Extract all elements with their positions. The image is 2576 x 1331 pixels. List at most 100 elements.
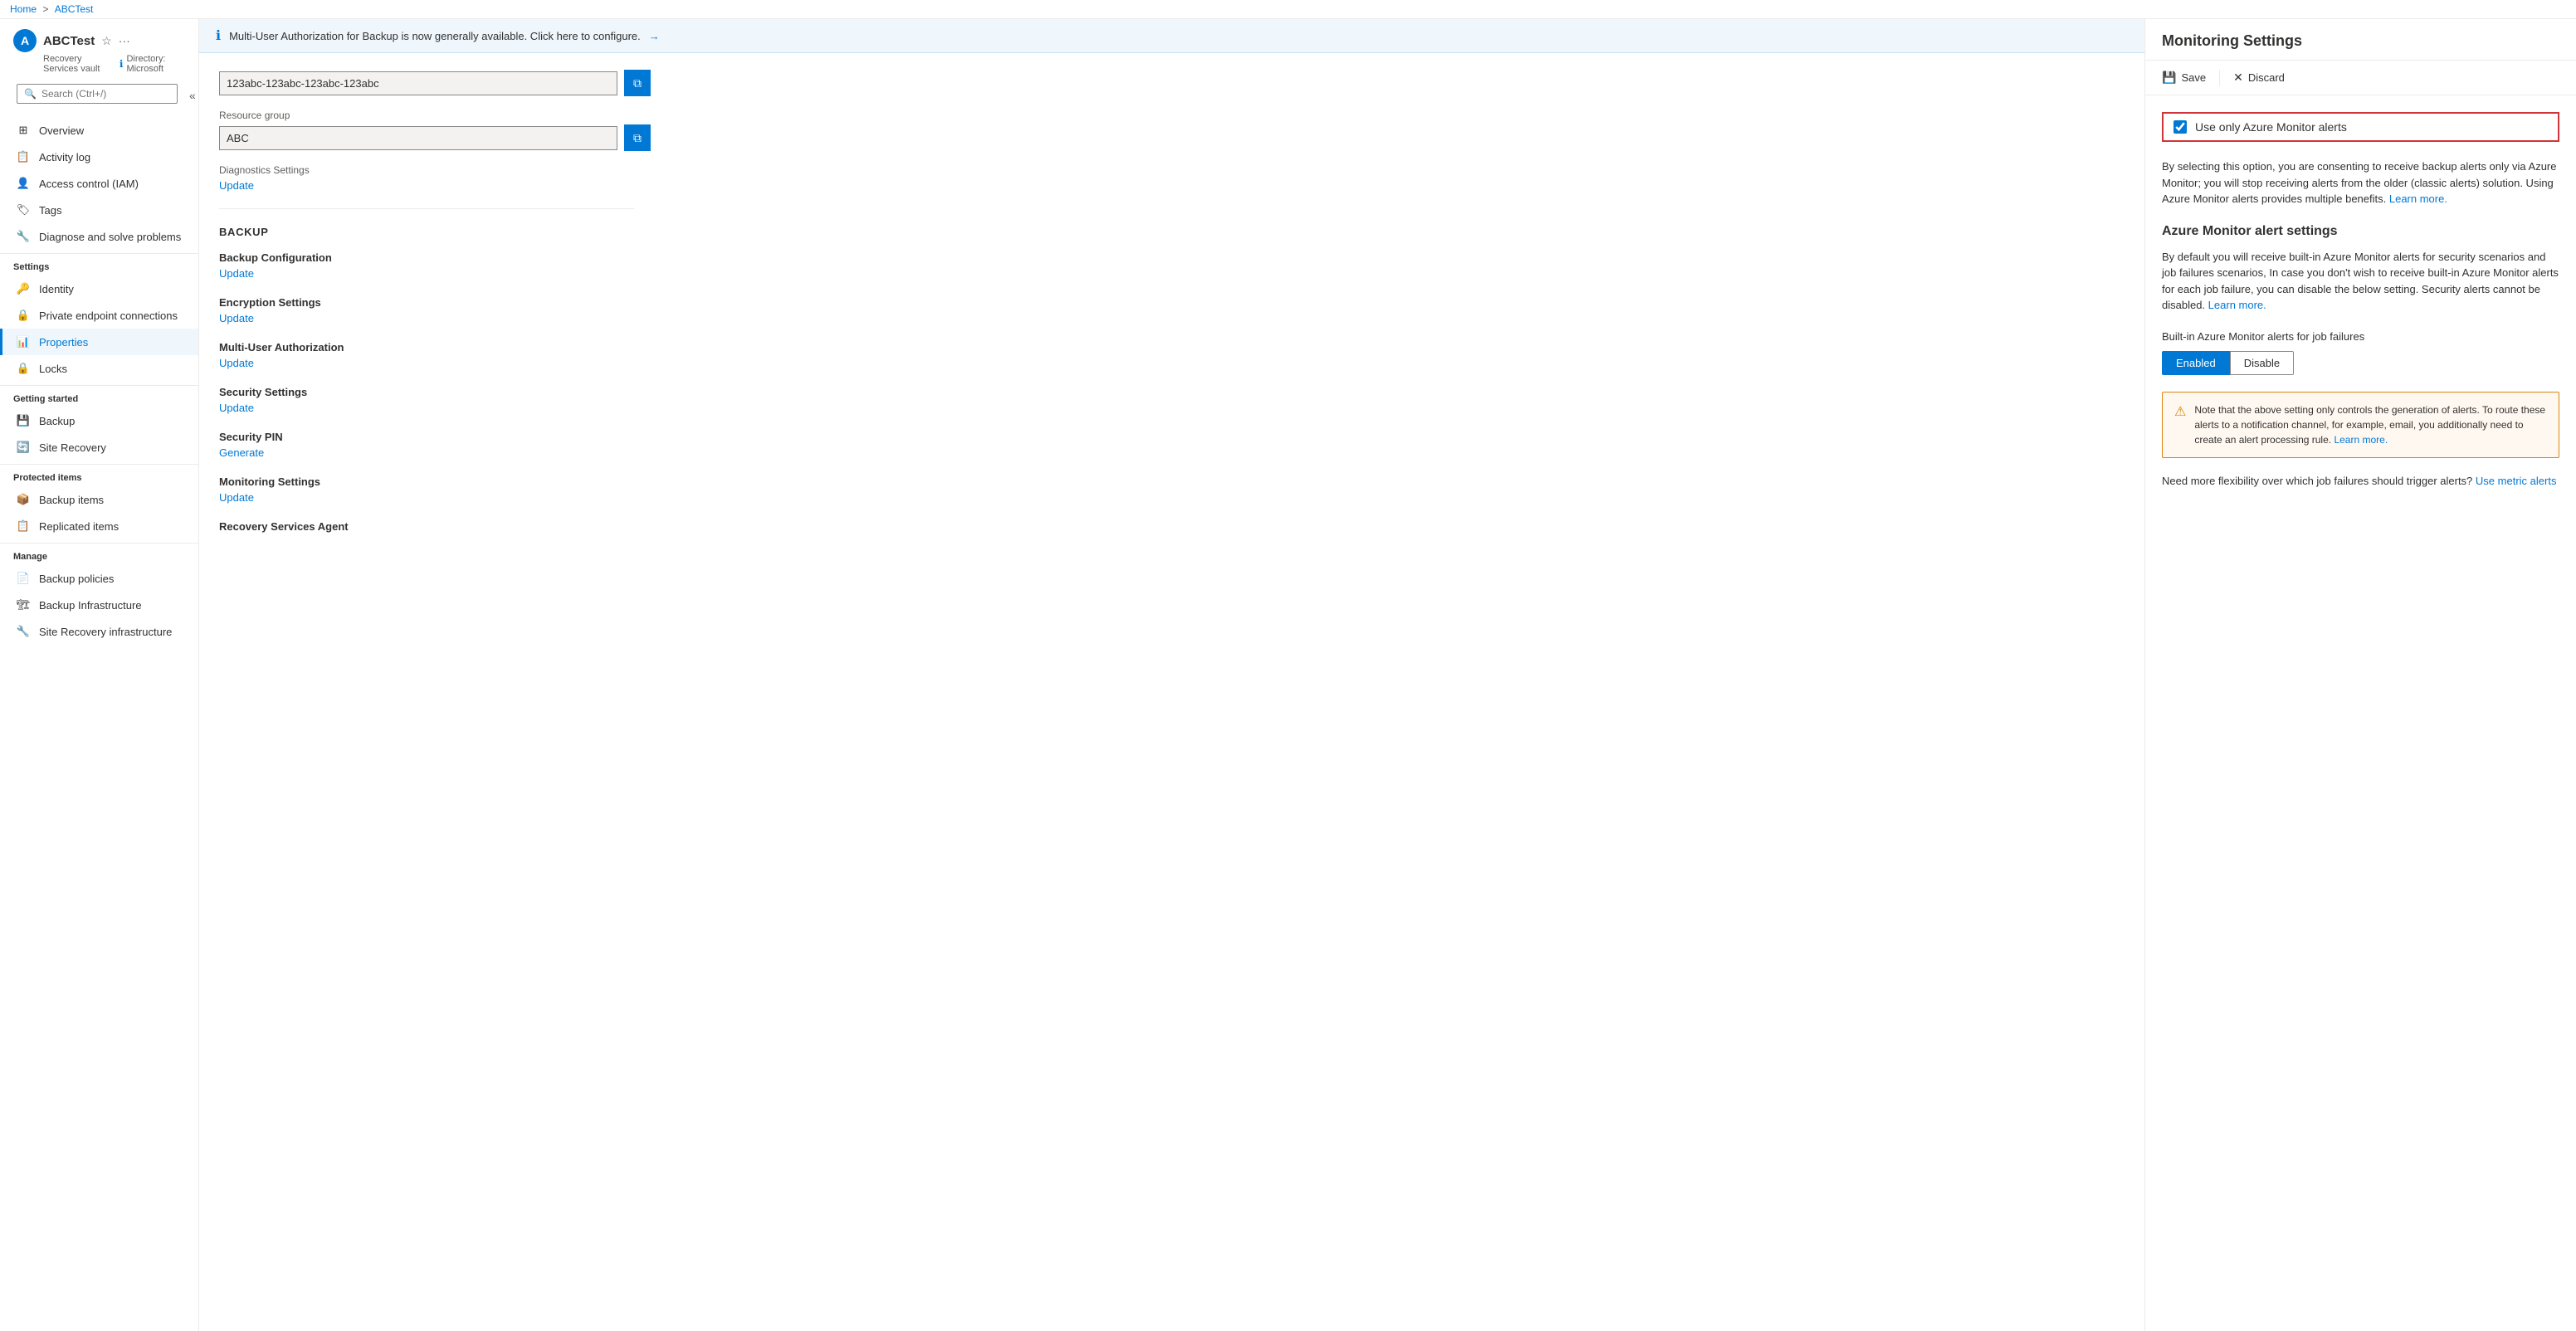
- search-icon: 🔍: [24, 88, 37, 100]
- sidebar-title-row: A ABCTest ☆ ···: [13, 29, 185, 52]
- nav-label-backup: Backup: [39, 415, 75, 427]
- nav-backup-infrastructure[interactable]: 🏗 Backup Infrastructure: [0, 592, 198, 618]
- resource-type-label: Recovery Services vault: [43, 54, 116, 74]
- security-settings-link[interactable]: Update: [219, 402, 254, 414]
- nav-label-site-recovery: Site Recovery: [39, 441, 106, 454]
- azure-monitor-checkbox[interactable]: [2174, 120, 2187, 134]
- collapse-sidebar-button[interactable]: «: [186, 85, 199, 105]
- nav-diagnose[interactable]: 🔧 Diagnose and solve problems: [0, 223, 198, 250]
- nav-private-endpoints[interactable]: 🔒 Private endpoint connections: [0, 302, 198, 329]
- nav-label-activity-log: Activity log: [39, 151, 90, 163]
- warning-icon: ⚠: [2174, 403, 2186, 447]
- encryption-link[interactable]: Update: [219, 312, 254, 324]
- nav-tags[interactable]: 🏷 Tags: [0, 197, 198, 223]
- nav-label-overview: Overview: [39, 124, 84, 137]
- azure-monitor-section-title: Azure Monitor alert settings: [2162, 224, 2559, 239]
- overview-icon: ⊞: [16, 123, 31, 138]
- nav-replicated-items[interactable]: 📋 Replicated items: [0, 513, 198, 539]
- warning-text-container: Note that the above setting only control…: [2194, 402, 2547, 447]
- notification-link[interactable]: →: [649, 30, 660, 42]
- breadcrumb-home[interactable]: Home: [10, 3, 37, 15]
- nav-identity[interactable]: 🔑 Identity: [0, 275, 198, 302]
- section-settings: Settings: [0, 253, 198, 275]
- flexibility-text-content: Need more flexibility over which job fai…: [2162, 475, 2472, 487]
- right-panel-toolbar: 💾 Save ✕ Discard: [2145, 61, 2576, 95]
- diagnostics-update-link[interactable]: Update: [219, 179, 254, 192]
- enabled-toggle-button[interactable]: Enabled: [2162, 351, 2230, 375]
- resource-group-input: [219, 126, 617, 150]
- nav-label-replicated-items: Replicated items: [39, 520, 119, 533]
- nav-locks[interactable]: 🔒 Locks: [0, 355, 198, 382]
- azure-monitor-only-option[interactable]: Use only Azure Monitor alerts: [2162, 112, 2559, 142]
- nav-site-recovery[interactable]: 🔄 Site Recovery: [0, 434, 198, 461]
- identity-icon: 🔑: [16, 281, 31, 296]
- backup-icon: 💾: [16, 413, 31, 428]
- breadcrumb-resource[interactable]: ABCTest: [55, 3, 94, 15]
- resource-id-copy-button[interactable]: ⧉: [624, 70, 651, 96]
- notification-bar: ℹ Multi-User Authorization for Backup is…: [199, 19, 2144, 53]
- encryption-settings-row: Encryption Settings Update: [219, 296, 2125, 324]
- discard-label: Discard: [2248, 71, 2285, 84]
- nav-label-backup-items: Backup items: [39, 494, 104, 506]
- save-button[interactable]: 💾 Save: [2162, 67, 2206, 88]
- save-label: Save: [2181, 71, 2206, 84]
- nav-overview[interactable]: ⊞ Overview: [0, 117, 198, 144]
- flexibility-text: Need more flexibility over which job fai…: [2162, 475, 2559, 487]
- disable-toggle-button[interactable]: Disable: [2230, 351, 2294, 375]
- nav-properties[interactable]: 📊 Properties: [0, 329, 198, 355]
- multi-user-auth-row: Multi-User Authorization Update: [219, 341, 2125, 369]
- nav-backup-policies[interactable]: 📄 Backup policies: [0, 565, 198, 592]
- backup-divider: [219, 208, 634, 209]
- toolbar-divider: [2219, 70, 2220, 86]
- backup-infrastructure-icon: 🏗: [16, 597, 31, 612]
- recovery-agent-title: Recovery Services Agent: [219, 520, 2125, 533]
- search-input[interactable]: [41, 88, 170, 100]
- azure-monitor-section-description: By default you will receive built-in Azu…: [2162, 249, 2559, 314]
- nav-activity-log[interactable]: 📋 Activity log: [0, 144, 198, 170]
- discard-button[interactable]: ✕ Discard: [2233, 67, 2285, 88]
- nav-label-access-control: Access control (IAM): [39, 178, 139, 190]
- learn-more-1-link[interactable]: Learn more.: [2389, 193, 2447, 205]
- built-in-setting-label: Built-in Azure Monitor alerts for job fa…: [2162, 330, 2559, 343]
- use-metric-alerts-link[interactable]: Use metric alerts: [2476, 475, 2557, 487]
- nav-access-control[interactable]: 👤 Access control (IAM): [0, 170, 198, 197]
- backup-items-icon: 📦: [16, 492, 31, 507]
- nav-label-diagnose: Diagnose and solve problems: [39, 231, 181, 243]
- diagnostics-label: Diagnostics Settings: [219, 164, 2125, 176]
- multi-user-link[interactable]: Update: [219, 357, 254, 369]
- nav-label-site-recovery-infra: Site Recovery infrastructure: [39, 626, 172, 638]
- learn-more-2-link[interactable]: Learn more.: [2208, 299, 2266, 311]
- monitoring-settings-link[interactable]: Update: [219, 491, 254, 504]
- monitoring-settings-row: Monitoring Settings Update: [219, 475, 2125, 504]
- site-recovery-infra-icon: 🔧: [16, 624, 31, 639]
- nav-backup[interactable]: 💾 Backup: [0, 407, 198, 434]
- security-pin-link[interactable]: Generate: [219, 446, 264, 459]
- ellipsis-icon[interactable]: ···: [119, 34, 130, 47]
- security-settings-title: Security Settings: [219, 386, 2125, 398]
- resource-id-input: [219, 71, 617, 95]
- learn-more-3-link[interactable]: Learn more.: [2334, 434, 2388, 446]
- right-panel-content: Use only Azure Monitor alerts By selecti…: [2145, 95, 2576, 504]
- warning-box: ⚠ Note that the above setting only contr…: [2162, 392, 2559, 458]
- info-icon: ℹ: [120, 58, 124, 70]
- azure-monitor-description: By selecting this option, you are consen…: [2162, 158, 2559, 207]
- resource-group-copy-button[interactable]: ⧉: [624, 124, 651, 151]
- nav-backup-items[interactable]: 📦 Backup items: [0, 486, 198, 513]
- replicated-items-icon: 📋: [16, 519, 31, 534]
- search-box[interactable]: 🔍: [17, 84, 178, 104]
- right-panel-monitoring: Monitoring Settings 💾 Save ✕ Discard Use…: [2144, 19, 2576, 1331]
- backup-section-header: BACKUP: [219, 226, 2125, 238]
- backup-config-link[interactable]: Update: [219, 267, 254, 280]
- nav-label-tags: Tags: [39, 204, 61, 217]
- security-settings-row: Security Settings Update: [219, 386, 2125, 414]
- diagnose-icon: 🔧: [16, 229, 31, 244]
- resource-id-group: ⧉: [219, 70, 2125, 96]
- nav-site-recovery-infra[interactable]: 🔧 Site Recovery infrastructure: [0, 618, 198, 645]
- activity-log-icon: 📋: [16, 149, 31, 164]
- multi-user-title: Multi-User Authorization: [219, 341, 2125, 353]
- right-panel-title: Monitoring Settings: [2162, 32, 2559, 50]
- discard-icon: ✕: [2233, 71, 2243, 85]
- main-panel: ℹ Multi-User Authorization for Backup is…: [199, 19, 2144, 1331]
- star-icon[interactable]: ☆: [101, 34, 112, 48]
- azure-monitor-checkbox-label: Use only Azure Monitor alerts: [2195, 120, 2347, 134]
